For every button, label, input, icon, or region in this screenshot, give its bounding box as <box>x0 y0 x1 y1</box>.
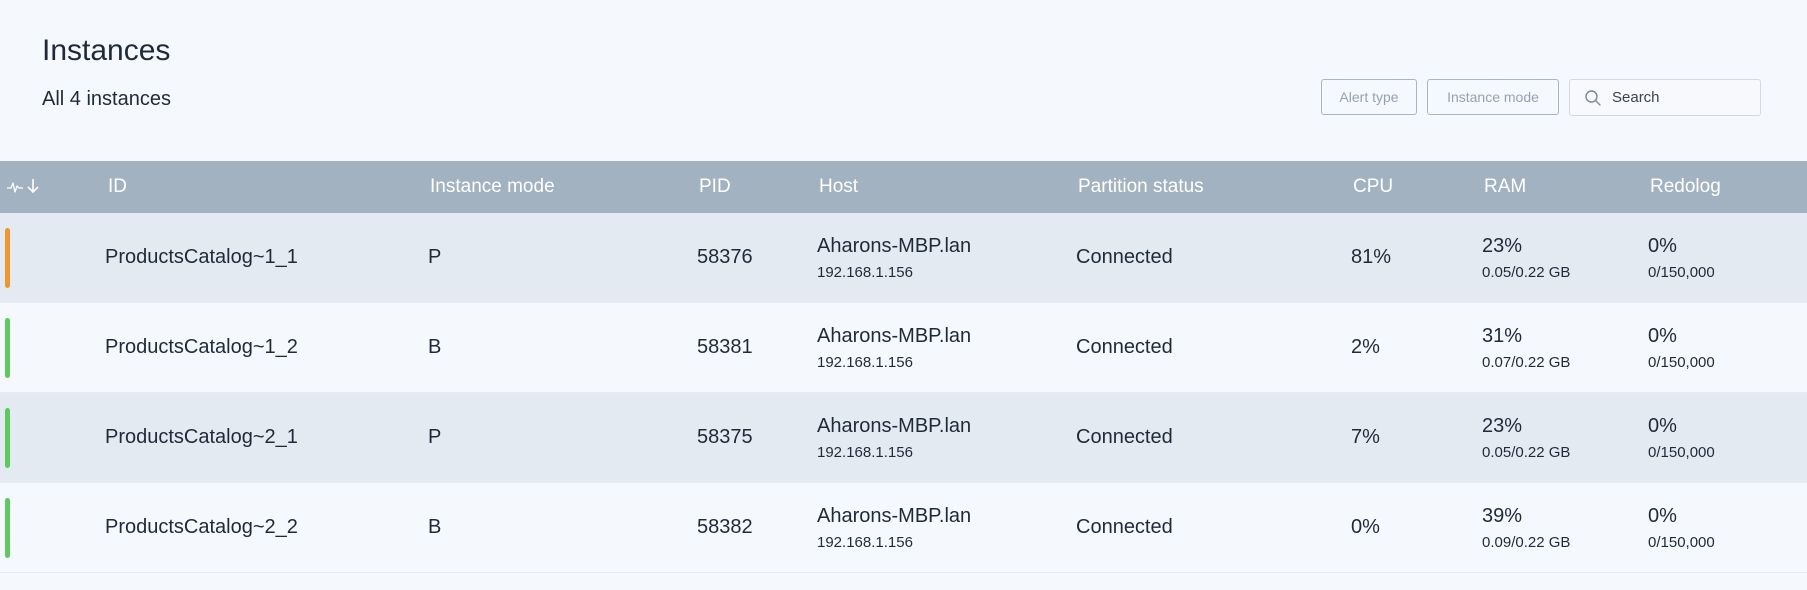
redolog-detail: 0/150,000 <box>1648 444 1715 461</box>
instance-pid: 58376 <box>697 246 753 268</box>
partition-status: Connected <box>1076 516 1173 538</box>
redolog-detail: 0/150,000 <box>1648 534 1715 551</box>
redolog-detail: 0/150,000 <box>1648 264 1715 281</box>
redolog-detail: 0/150,000 <box>1648 354 1715 371</box>
column-header-host[interactable]: Host <box>819 176 858 198</box>
status-indicator <box>5 408 10 468</box>
instance-mode: B <box>428 516 442 538</box>
search-icon <box>1584 89 1602 107</box>
ram-detail: 0.07/0.22 GB <box>1482 354 1571 371</box>
table-row[interactable]: ProductsCatalog~2_2 B 58382 Aharons-MBP.… <box>0 483 1807 573</box>
column-header-partition-status[interactable]: Partition status <box>1078 176 1204 198</box>
column-header-redolog[interactable]: Redolog <box>1650 176 1721 198</box>
ram-detail: 0.05/0.22 GB <box>1482 444 1571 461</box>
status-indicator <box>5 498 10 558</box>
column-header-instance-mode[interactable]: Instance mode <box>430 176 555 198</box>
redolog-percent: 0% <box>1648 505 1677 527</box>
partition-status: Connected <box>1076 426 1173 448</box>
cpu-usage: 81% <box>1351 246 1392 268</box>
redolog-percent: 0% <box>1648 235 1677 257</box>
instance-mode: P <box>428 246 442 268</box>
host-name: Aharons-MBP.lan <box>817 235 972 257</box>
redolog-percent: 0% <box>1648 325 1677 347</box>
page-title: Instances <box>42 34 171 67</box>
cpu-usage: 2% <box>1351 336 1380 358</box>
ram-detail: 0.09/0.22 GB <box>1482 534 1571 551</box>
instance-id: ProductsCatalog~2_2 <box>105 516 298 538</box>
cpu-usage: 7% <box>1351 426 1380 448</box>
ram-percent: 23% <box>1482 235 1523 257</box>
instance-pid: 58375 <box>697 426 753 448</box>
column-header-ram[interactable]: RAM <box>1484 176 1526 198</box>
ram-percent: 39% <box>1482 505 1523 527</box>
instances-table: ID Instance mode PID Host Partition stat… <box>0 161 1807 573</box>
host-name: Aharons-MBP.lan <box>817 415 972 437</box>
instance-id: ProductsCatalog~1_2 <box>105 336 298 358</box>
ram-percent: 23% <box>1482 415 1523 437</box>
pulse-icon[interactable] <box>7 178 23 200</box>
table-header: ID Instance mode PID Host Partition stat… <box>0 161 1807 213</box>
host-name: Aharons-MBP.lan <box>817 505 972 527</box>
instance-count: All 4 instances <box>42 88 171 110</box>
partition-status: Connected <box>1076 246 1173 268</box>
instance-id: ProductsCatalog~2_1 <box>105 426 298 448</box>
instance-pid: 58382 <box>697 516 753 538</box>
search-input[interactable] <box>1612 89 1752 106</box>
instance-mode-filter-button[interactable]: Instance mode <box>1427 79 1559 115</box>
partition-status: Connected <box>1076 336 1173 358</box>
search-box[interactable] <box>1569 79 1761 116</box>
instance-mode: B <box>428 336 442 358</box>
cpu-usage: 0% <box>1351 516 1380 538</box>
alert-type-filter-button[interactable]: Alert type <box>1321 79 1417 115</box>
table-row[interactable]: ProductsCatalog~1_1 P 58376 Aharons-MBP.… <box>0 213 1807 303</box>
status-indicator <box>5 318 10 378</box>
arrow-down-icon[interactable] <box>27 178 39 200</box>
host-ip: 192.168.1.156 <box>817 354 913 371</box>
table-row[interactable]: ProductsCatalog~1_2 B 58381 Aharons-MBP.… <box>0 303 1807 393</box>
ram-percent: 31% <box>1482 325 1523 347</box>
sort-controls[interactable] <box>7 178 39 200</box>
column-header-pid[interactable]: PID <box>699 176 731 198</box>
page-header: Instances All 4 instances Alert type Ins… <box>0 0 1807 160</box>
instance-pid: 58381 <box>697 336 753 358</box>
column-header-id[interactable]: ID <box>108 176 127 198</box>
filter-bar: Alert type Instance mode <box>1321 79 1761 116</box>
host-ip: 192.168.1.156 <box>817 444 913 461</box>
host-ip: 192.168.1.156 <box>817 264 913 281</box>
instance-mode: P <box>428 426 442 448</box>
host-ip: 192.168.1.156 <box>817 534 913 551</box>
redolog-percent: 0% <box>1648 415 1677 437</box>
table-row[interactable]: ProductsCatalog~2_1 P 58375 Aharons-MBP.… <box>0 393 1807 483</box>
host-name: Aharons-MBP.lan <box>817 325 972 347</box>
ram-detail: 0.05/0.22 GB <box>1482 264 1571 281</box>
instance-id: ProductsCatalog~1_1 <box>105 246 298 268</box>
status-indicator <box>5 228 10 288</box>
column-header-cpu[interactable]: CPU <box>1353 176 1393 198</box>
